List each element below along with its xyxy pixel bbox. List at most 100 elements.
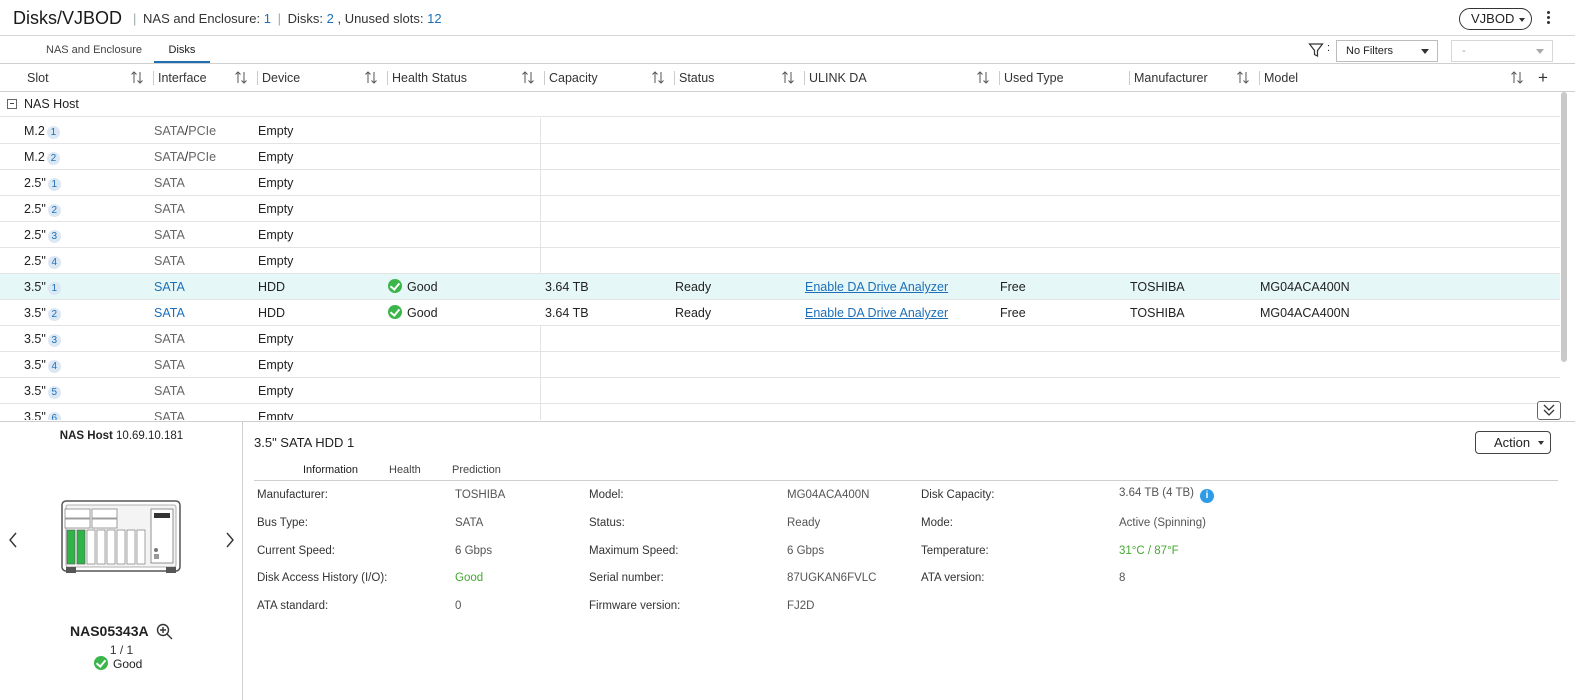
- interface-part: SATA: [154, 124, 185, 138]
- tab-prediction[interactable]: Prediction: [452, 464, 501, 476]
- add-column-icon[interactable]: +: [1538, 69, 1548, 86]
- column-header-used-type[interactable]: Used Type: [999, 65, 1064, 91]
- summary-text: | NAS and Enclosure: 1 | Disks: 2 , Unus…: [133, 11, 442, 26]
- cell-interface: SATA/PCIe: [154, 124, 216, 138]
- tab-bar: NAS and Enclosure Disks : No Filters -: [0, 37, 1575, 64]
- cell-status: Ready: [675, 306, 712, 320]
- cell-interface: SATA: [154, 410, 185, 420]
- tab-nas-and-enclosure[interactable]: NAS and Enclosure: [40, 37, 148, 63]
- vjbod-button[interactable]: VJBOD: [1459, 8, 1532, 30]
- sort-icon[interactable]: [1237, 71, 1249, 84]
- filter-value-select[interactable]: -: [1451, 40, 1553, 62]
- interface-part: SATA: [154, 384, 185, 398]
- good-check-icon: [388, 279, 402, 293]
- cell-interface: SATA: [154, 384, 185, 398]
- table-row[interactable]: 3.5" 5 SATA Empty: [0, 378, 1560, 404]
- cell-capacity: 3.64 TB: [545, 280, 589, 294]
- filter-select[interactable]: No Filters: [1336, 40, 1438, 62]
- info-label-model: Model:: [589, 489, 624, 501]
- table-row[interactable]: 3.5" 4 SATA Empty: [0, 352, 1560, 378]
- more-options-icon[interactable]: [1544, 10, 1552, 28]
- cell-manufacturer: TOSHIBA: [1130, 280, 1185, 294]
- sort-icon[interactable]: [977, 71, 989, 84]
- cell-slot: 2.5" 3: [24, 228, 61, 243]
- table-scrollbar[interactable]: [1561, 92, 1568, 420]
- column-header-health-status[interactable]: Health Status: [386, 65, 467, 91]
- slot-number-badge: 3: [47, 230, 61, 243]
- double-chevron-down-icon: [1543, 404, 1555, 416]
- sort-icon[interactable]: [1511, 71, 1523, 84]
- tab-health[interactable]: Health: [389, 464, 421, 476]
- info-label-disk-capacity: Disk Capacity:: [921, 489, 995, 501]
- collapse-panel-button[interactable]: [1537, 401, 1561, 420]
- cell-device: Empty: [258, 254, 294, 268]
- slot-number-badge: 1: [47, 282, 61, 295]
- table-row[interactable]: 2.5" 3 SATA Empty: [0, 222, 1560, 248]
- table-row[interactable]: 3.5" 3 SATA Empty: [0, 326, 1560, 352]
- cell-model: MG04ACA400N: [1260, 280, 1350, 294]
- column-header-status[interactable]: Status: [673, 65, 714, 91]
- cell-health-status: Good: [388, 305, 438, 320]
- table-row[interactable]: 3.5" 1 SATA Good HDD 3.64 TB Ready Free TOSHIBA M…: [0, 274, 1560, 300]
- filter-icon[interactable]: [1308, 42, 1324, 58]
- slot-type: 3.5": [24, 332, 46, 346]
- sort-icon[interactable]: [782, 71, 794, 84]
- sort-icon[interactable]: [235, 71, 247, 84]
- cell-slot: M.2 1: [24, 124, 60, 139]
- info-value-firmware-version: FJ2D: [787, 600, 815, 612]
- cell-interface: SATA/PCIe: [154, 150, 216, 164]
- chevron-right-icon[interactable]: [225, 532, 235, 548]
- table-row[interactable]: M.2 2 SATA/PCIe Empty: [0, 144, 1560, 170]
- info-label-firmware-version: Firmware version:: [589, 600, 681, 612]
- sort-icon[interactable]: [652, 71, 664, 84]
- cell-device: Empty: [258, 332, 294, 346]
- info-label-manufacturer: Manufacturer:: [257, 489, 328, 501]
- scrollbar-thumb[interactable]: [1561, 92, 1567, 362]
- filter-value-text: -: [1462, 45, 1466, 57]
- sort-icon[interactable]: [365, 71, 377, 84]
- filter-colon: :: [1327, 42, 1331, 54]
- enable-da-drive-analyzer-link[interactable]: Enable DA Drive Analyzer: [805, 280, 948, 294]
- column-header-ulink-da[interactable]: ULINK DA: [804, 65, 867, 91]
- column-header-interface[interactable]: Interface: [153, 65, 207, 91]
- table-row[interactable]: 3.5" 2 SATA Good HDD 3.64 TB Ready Free TOSHIBA M…: [0, 300, 1560, 326]
- slot-type: 3.5": [24, 410, 46, 420]
- table-row[interactable]: 3.5" 6 SATA Empty: [0, 404, 1560, 420]
- action-button-label: Action: [1494, 435, 1531, 450]
- slot-number-badge: 1: [46, 126, 60, 139]
- slot-number-badge: 4: [47, 360, 61, 373]
- cell-slot: 2.5" 4: [24, 254, 61, 269]
- zoom-in-icon[interactable]: [156, 623, 173, 640]
- info-label-mode: Mode:: [921, 517, 953, 529]
- caret-down-icon: [1519, 18, 1525, 22]
- cell-device: Empty: [258, 228, 294, 242]
- table-row[interactable]: M.2 1 SATA/PCIe Empty: [0, 118, 1560, 144]
- column-header-model[interactable]: Model: [1258, 65, 1298, 91]
- enable-da-drive-analyzer-link[interactable]: Enable DA Drive Analyzer: [805, 306, 948, 320]
- table-row[interactable]: 2.5" 1 SATA Empty: [0, 170, 1560, 196]
- column-header-capacity[interactable]: Capacity: [544, 65, 598, 91]
- column-header-device[interactable]: Device: [256, 65, 300, 91]
- tab-information[interactable]: Information: [303, 464, 358, 476]
- chevron-left-icon[interactable]: [8, 532, 18, 548]
- info-value-temperature: 31°C / 87°F: [1119, 545, 1179, 557]
- info-value-current-speed: 6 Gbps: [455, 545, 493, 557]
- column-header-slot[interactable]: Slot: [27, 65, 49, 91]
- info-value-maximum-speed: 6 Gbps: [787, 545, 825, 557]
- info-icon[interactable]: i: [1200, 489, 1214, 503]
- nas-device-image[interactable]: [58, 498, 184, 578]
- table-row[interactable]: 2.5" 2 SATA Empty: [0, 196, 1560, 222]
- info-label-temperature: Temperature:: [921, 545, 989, 557]
- sort-icon[interactable]: [522, 71, 534, 84]
- action-button[interactable]: Action: [1475, 431, 1551, 454]
- tab-disks[interactable]: Disks: [154, 37, 210, 63]
- sort-icon[interactable]: [131, 71, 143, 84]
- collapse-group-icon[interactable]: [7, 99, 17, 109]
- cell-device: Empty: [258, 358, 294, 372]
- health-label: Good: [407, 306, 438, 320]
- table-row[interactable]: 2.5" 4 SATA Empty: [0, 248, 1560, 274]
- group-row-nas-host[interactable]: NAS Host: [0, 92, 1560, 117]
- column-header-manufacturer[interactable]: Manufacturer: [1129, 65, 1208, 91]
- cell-health-status: Good: [388, 279, 438, 294]
- cell-device: HDD: [258, 280, 286, 294]
